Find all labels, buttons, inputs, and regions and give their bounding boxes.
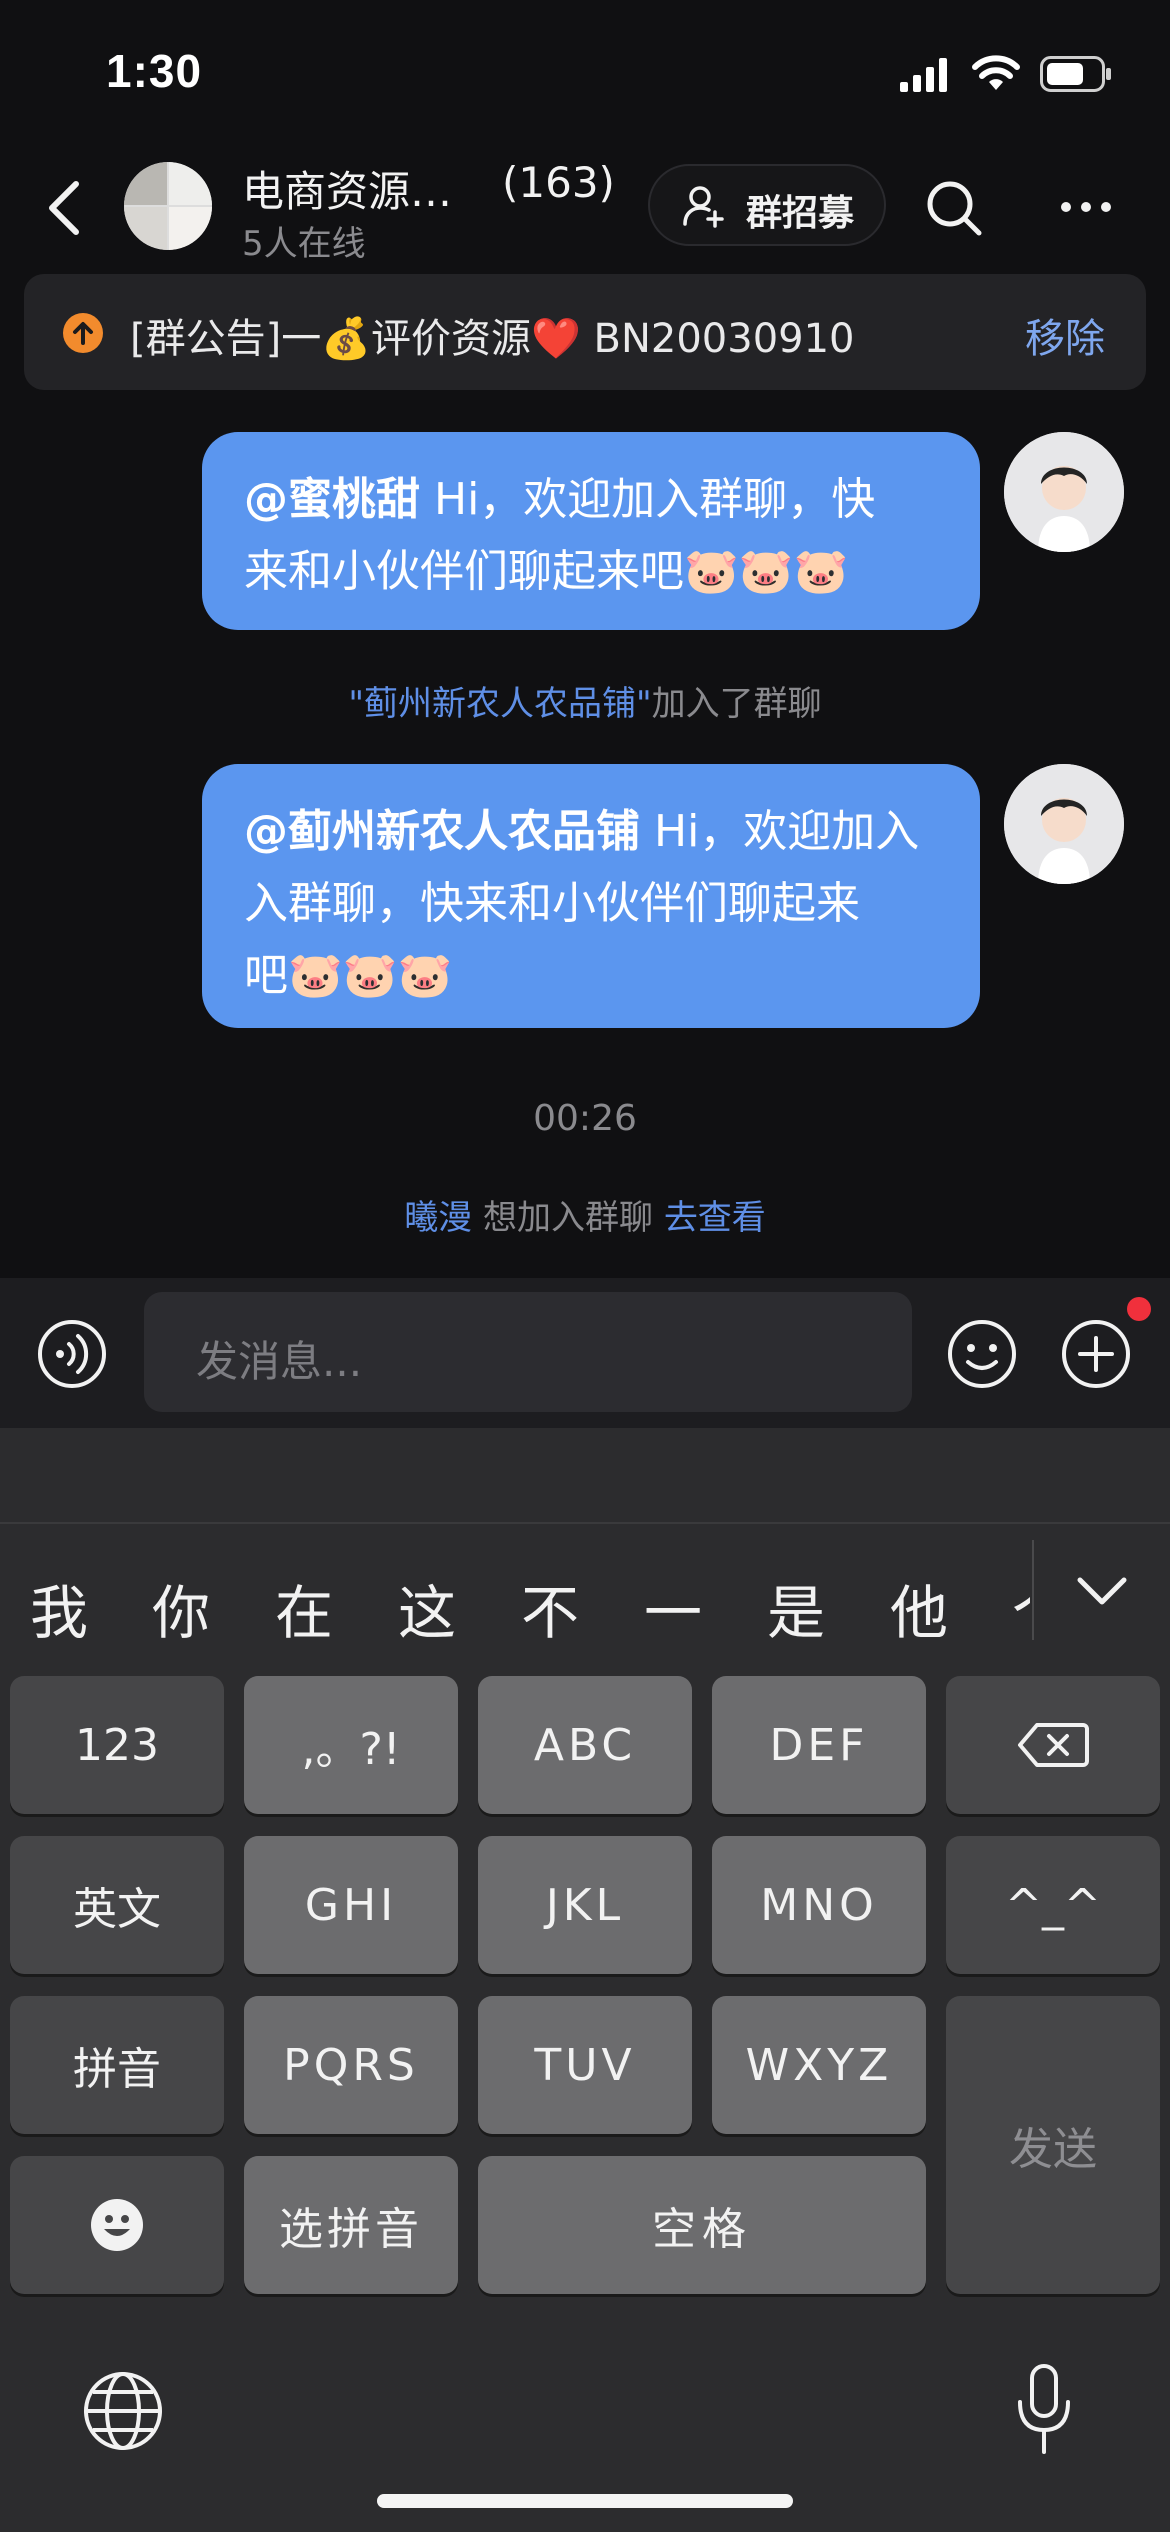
avatar-illustration bbox=[1004, 764, 1124, 884]
status-time: 1:30 bbox=[106, 45, 203, 97]
announcement-arrow-icon bbox=[63, 313, 103, 353]
candidate-word[interactable]: 这 bbox=[398, 1566, 456, 1650]
emoji-icon[interactable] bbox=[946, 1318, 1018, 1390]
key-wxyz[interactable]: WXYZ bbox=[712, 1996, 926, 2134]
backspace-icon bbox=[1018, 1723, 1089, 1767]
battery-icon bbox=[1040, 56, 1111, 92]
message-input-placeholder: 发消息... bbox=[196, 1337, 363, 1386]
candidate-word[interactable]: 不 bbox=[521, 1566, 579, 1650]
backspace-key[interactable] bbox=[946, 1676, 1160, 1814]
message-text: 来和小伙伴们聊起来吧🐷🐷🐷 bbox=[244, 546, 849, 597]
key-123[interactable]: 123 bbox=[10, 1676, 224, 1814]
back-chevron-icon[interactable] bbox=[46, 180, 82, 236]
add-person-icon bbox=[683, 186, 724, 228]
sender-avatar[interactable] bbox=[1004, 432, 1124, 552]
key-mno[interactable]: MNO bbox=[712, 1836, 926, 1974]
add-more-icon[interactable] bbox=[1060, 1318, 1132, 1390]
home-indicator[interactable] bbox=[377, 2494, 793, 2508]
join-request-notice: 曦漫 想加入群聊 去查看 bbox=[0, 1190, 1170, 1239]
candidate-word[interactable]: 在 bbox=[275, 1566, 333, 1650]
candidate-word[interactable]: 是 bbox=[767, 1566, 825, 1650]
system-join-notice: "蓟州新农人农品铺"加入了群聊 bbox=[0, 676, 1170, 725]
candidate-divider bbox=[1032, 1540, 1034, 1640]
mention-text[interactable]: @蓟州新农人农品铺 bbox=[244, 806, 640, 857]
search-icon[interactable] bbox=[924, 178, 984, 238]
candidate-word[interactable]: 我 bbox=[30, 1566, 88, 1650]
key-ghi[interactable]: GHI bbox=[244, 1836, 458, 1974]
group-recruit-label: 群招募 bbox=[746, 193, 855, 234]
key-pinyin[interactable]: 拼音 bbox=[10, 1996, 224, 2134]
key-jkl[interactable]: JKL bbox=[478, 1836, 692, 1974]
key-english[interactable]: 英文 bbox=[10, 1836, 224, 1974]
key-tuv[interactable]: TUV bbox=[478, 1996, 692, 2134]
key-abc[interactable]: ABC bbox=[478, 1676, 692, 1814]
group-title[interactable]: 电商资源… bbox=[242, 158, 452, 219]
cellular-signal-icon bbox=[900, 58, 947, 92]
message-text: 吧🐷🐷🐷 bbox=[244, 950, 453, 1001]
collapse-candidates-icon[interactable] bbox=[1076, 1576, 1128, 1606]
key-def[interactable]: DEF bbox=[712, 1676, 926, 1814]
view-request-link[interactable]: 去查看 bbox=[664, 1198, 766, 1238]
message-timestamp: 00:26 bbox=[533, 1098, 637, 1139]
group-notice-text: [群公告]一💰评价资源❤️ BN20030910 bbox=[130, 316, 855, 362]
requester-name-link[interactable]: 曦漫 bbox=[404, 1198, 472, 1238]
message-bubble[interactable]: @蜜桃甜 Hi，欢迎加入群聊，快 来和小伙伴们聊起来吧🐷🐷🐷 bbox=[202, 432, 980, 630]
quote-mark: " bbox=[348, 684, 364, 724]
message-text: Hi，欢迎加入群聊，快 bbox=[420, 474, 876, 525]
emoji-key[interactable] bbox=[10, 2156, 224, 2294]
group-avatar[interactable] bbox=[124, 162, 212, 250]
sender-avatar[interactable] bbox=[1004, 764, 1124, 884]
key-punctuation[interactable]: ,。?! bbox=[244, 1676, 458, 1814]
mention-text[interactable]: @蜜桃甜 bbox=[244, 474, 420, 525]
key-emoticon[interactable]: ^_^ bbox=[946, 1836, 1160, 1974]
notification-dot bbox=[1127, 1297, 1151, 1321]
candidate-word[interactable]: 一 bbox=[644, 1566, 702, 1650]
member-count: (163) bbox=[502, 158, 615, 207]
message-bubble[interactable]: @蓟州新农人农品铺 Hi，欢迎加入 入群聊，快来和小伙伴们聊起来 吧🐷🐷🐷 bbox=[202, 764, 980, 1028]
emoji-face-icon bbox=[91, 2199, 143, 2251]
globe-icon[interactable] bbox=[82, 2370, 164, 2452]
joined-user-link[interactable]: 蓟州新农人农品铺 bbox=[364, 684, 636, 724]
space-key[interactable]: 空格 bbox=[478, 2156, 926, 2294]
message-text: Hi，欢迎加入 bbox=[640, 806, 920, 857]
keyboard-toolbar bbox=[0, 1428, 1170, 1524]
notice-remove-button[interactable]: 移除 bbox=[1025, 306, 1105, 364]
message-text: 入群聊，快来和小伙伴们聊起来 bbox=[244, 878, 860, 929]
microphone-icon[interactable] bbox=[1012, 2362, 1076, 2458]
candidate-word[interactable]: 他 bbox=[890, 1566, 948, 1650]
candidate-overflow: 个 bbox=[1006, 1540, 1030, 1650]
voice-message-icon[interactable] bbox=[36, 1318, 108, 1390]
key-select-pinyin[interactable]: 选拼音 bbox=[244, 2156, 458, 2294]
online-count: 5人在线 bbox=[242, 224, 366, 264]
more-options-icon[interactable] bbox=[1060, 200, 1112, 214]
candidate-word[interactable]: 个 bbox=[1012, 1566, 1030, 1650]
join-request-text: 想加入群聊 bbox=[472, 1198, 664, 1238]
send-key[interactable]: 发送 bbox=[946, 1996, 1160, 2294]
candidate-word[interactable]: 你 bbox=[152, 1566, 210, 1650]
key-pqrs[interactable]: PQRS bbox=[244, 1996, 458, 2134]
wifi-icon bbox=[972, 55, 1020, 90]
avatar-illustration bbox=[1004, 432, 1124, 552]
quote-mark: " bbox=[636, 684, 652, 724]
join-suffix: 加入了群聊 bbox=[651, 684, 822, 724]
